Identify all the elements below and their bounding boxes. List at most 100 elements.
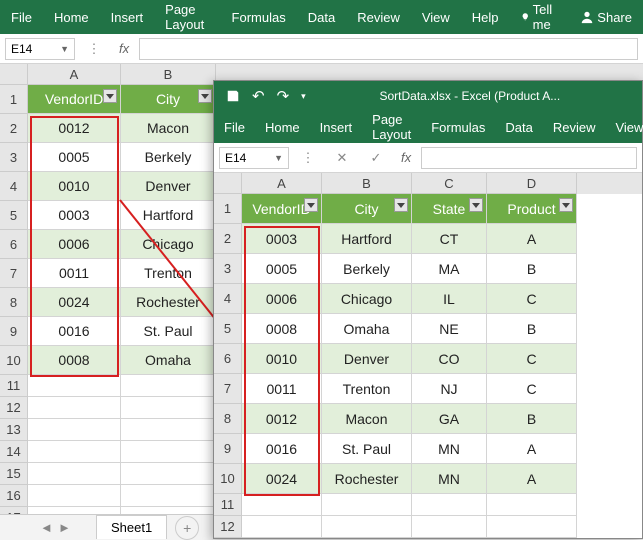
undo-icon[interactable]: ↶ (252, 87, 265, 105)
qat-dropdown-icon[interactable]: ▾ (301, 91, 306, 102)
tab-page-layout[interactable]: Page Layout (154, 0, 220, 34)
cell[interactable] (242, 516, 322, 538)
row-header[interactable]: 15 (0, 463, 28, 485)
tab2-formulas[interactable]: Formulas (421, 111, 495, 143)
row-header[interactable]: 4 (214, 284, 242, 314)
row-header[interactable]: 6 (0, 230, 28, 259)
cell[interactable] (121, 485, 216, 507)
cell[interactable]: B (487, 254, 577, 284)
cell[interactable]: C (487, 344, 577, 374)
table-header-vendorid[interactable]: VendorID (28, 85, 121, 114)
row-header[interactable]: 9 (0, 317, 28, 346)
cell[interactable] (121, 419, 216, 441)
redo-icon[interactable]: ↷ (277, 87, 290, 105)
cell[interactable]: A (487, 224, 577, 254)
cell[interactable]: Macon (121, 114, 216, 143)
tab-view[interactable]: View (411, 0, 461, 34)
row-header[interactable]: 10 (214, 464, 242, 494)
cell[interactable]: Hartford (322, 224, 412, 254)
cell[interactable]: CT (412, 224, 487, 254)
tab-formulas[interactable]: Formulas (221, 0, 297, 34)
cell[interactable] (322, 516, 412, 538)
row-header[interactable]: 7 (0, 259, 28, 288)
cell[interactable] (28, 375, 121, 397)
cell[interactable]: 0016 (242, 434, 322, 464)
cell[interactable]: MA (412, 254, 487, 284)
tab-file[interactable]: File (0, 0, 43, 34)
table2-header-state[interactable]: State (412, 194, 487, 224)
row-header[interactable]: 13 (0, 419, 28, 441)
cell[interactable]: Berkely (121, 143, 216, 172)
filter-icon[interactable] (103, 89, 117, 103)
cell[interactable] (487, 516, 577, 538)
cell[interactable]: IL (412, 284, 487, 314)
cell[interactable]: GA (412, 404, 487, 434)
row-header-1[interactable]: 1 (0, 85, 28, 114)
tab2-review[interactable]: Review (543, 111, 606, 143)
filter-icon[interactable] (304, 198, 318, 212)
cell[interactable] (412, 494, 487, 516)
table2-header-product[interactable]: Product (487, 194, 577, 224)
cancel-icon[interactable]: ✕ (327, 147, 357, 169)
cell[interactable]: St. Paul (121, 317, 216, 346)
cell[interactable]: 0010 (28, 172, 121, 201)
col2-d[interactable]: D (487, 173, 577, 194)
cell[interactable]: 0006 (242, 284, 322, 314)
cell[interactable] (121, 463, 216, 485)
formula-bar-2[interactable] (421, 147, 637, 169)
share-button[interactable]: Share (569, 0, 643, 34)
filter-icon[interactable] (394, 198, 408, 212)
row-header[interactable]: 5 (214, 314, 242, 344)
row-header[interactable]: 2 (0, 114, 28, 143)
row-header[interactable]: 12 (0, 397, 28, 419)
cell[interactable]: Denver (322, 344, 412, 374)
table2-header-city[interactable]: City (322, 194, 412, 224)
row-header[interactable]: 2 (214, 224, 242, 254)
fx-icon[interactable]: fx (113, 41, 135, 56)
row-header[interactable]: 8 (214, 404, 242, 434)
cell[interactable] (28, 485, 121, 507)
cell[interactable]: 0012 (28, 114, 121, 143)
name-box-2[interactable]: E14 ▼ (219, 147, 289, 169)
row-header[interactable]: 3 (0, 143, 28, 172)
cell[interactable] (28, 419, 121, 441)
filter-icon[interactable] (198, 89, 212, 103)
table2-header-vendorid[interactable]: VendorID (242, 194, 322, 224)
cell[interactable] (412, 516, 487, 538)
tab2-insert[interactable]: Insert (310, 111, 363, 143)
select-all-corner-2[interactable] (214, 173, 242, 194)
col-header-a[interactable]: A (28, 64, 121, 85)
cell[interactable] (28, 463, 121, 485)
tellme-button[interactable]: Tell me (510, 0, 569, 34)
cell[interactable]: 0024 (28, 288, 121, 317)
cell[interactable]: Hartford (121, 201, 216, 230)
cell[interactable] (322, 494, 412, 516)
cell[interactable]: NJ (412, 374, 487, 404)
tab2-data[interactable]: Data (495, 111, 542, 143)
cell[interactable]: Chicago (322, 284, 412, 314)
cell[interactable]: Berkely (322, 254, 412, 284)
cell[interactable]: 0003 (28, 201, 121, 230)
row-header[interactable]: 4 (0, 172, 28, 201)
row-header[interactable]: 9 (214, 434, 242, 464)
cell[interactable]: 0016 (28, 317, 121, 346)
col-header-b[interactable]: B (121, 64, 216, 85)
cell[interactable]: 0024 (242, 464, 322, 494)
row-header[interactable]: 8 (0, 288, 28, 317)
cell[interactable]: 0005 (242, 254, 322, 284)
row-header[interactable]: 16 (0, 485, 28, 507)
cell[interactable] (121, 375, 216, 397)
tab-help[interactable]: Help (461, 0, 510, 34)
cell[interactable]: A (487, 464, 577, 494)
tab-insert[interactable]: Insert (100, 0, 155, 34)
select-all-corner[interactable] (0, 64, 28, 85)
cell[interactable]: NE (412, 314, 487, 344)
sheet-nav-next[interactable]: ► (58, 520, 76, 535)
save-icon[interactable] (226, 89, 240, 103)
cell[interactable]: 0012 (242, 404, 322, 434)
cell[interactable]: C (487, 374, 577, 404)
cell[interactable]: St. Paul (322, 434, 412, 464)
cell[interactable] (28, 397, 121, 419)
cell[interactable]: B (487, 314, 577, 344)
col2-c[interactable]: C (412, 173, 487, 194)
